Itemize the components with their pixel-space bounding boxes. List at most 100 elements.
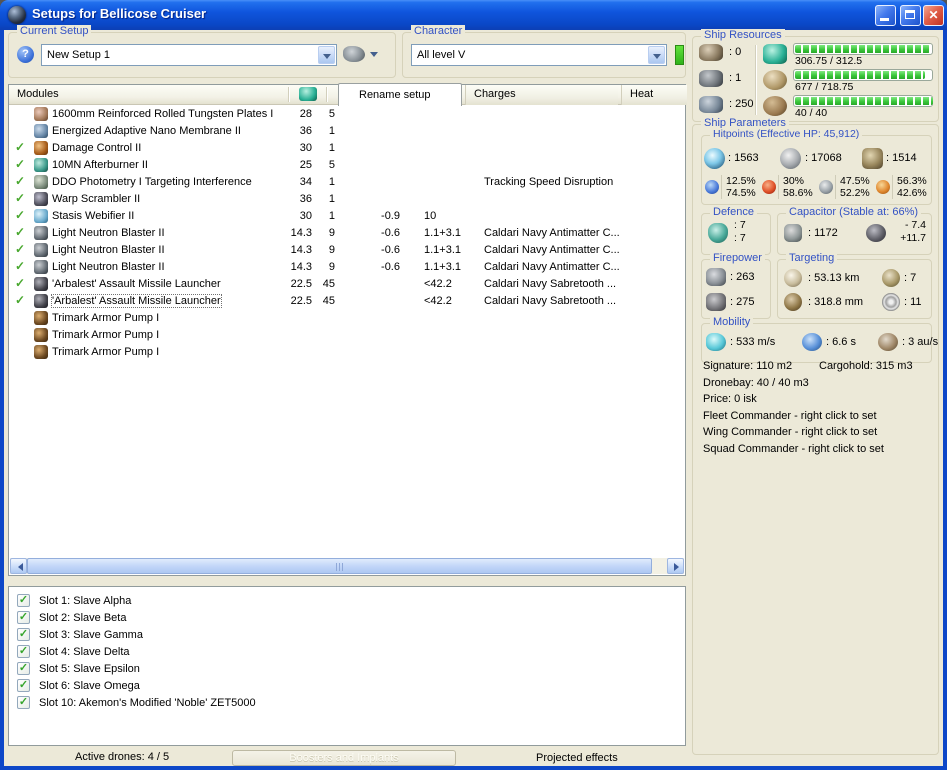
- module-name: Light Neutron Blaster II: [52, 244, 165, 256]
- module-row[interactable]: Trimark Armor Pump I: [10, 327, 684, 344]
- module-pg-value: 1: [328, 193, 335, 205]
- window-title: Setups for Bellicose Cruiser: [32, 6, 207, 21]
- resist-values: 30% 58.6%: [778, 175, 813, 199]
- scrollbar-grip-icon: [335, 563, 345, 571]
- targeting-value: : 318.8 mm: [808, 296, 864, 308]
- module-range-value: 1.1+3.1: [424, 261, 462, 273]
- implant-row[interactable]: ✓ Slot 10: Akemon's Modified 'Noble' ZET5…: [9, 695, 685, 712]
- resist-values: 56.3% 42.6%: [892, 175, 927, 199]
- module-rows: 1600mm Reinforced Rolled Tungsten Plates…: [10, 106, 684, 557]
- character-label: Character: [411, 25, 466, 37]
- resource-slot-value: : 250: [729, 98, 754, 110]
- implant-checkbox[interactable]: ✓: [17, 645, 30, 658]
- implant-row[interactable]: ✓ Slot 5: Slave Epsilon: [9, 661, 685, 678]
- character-select[interactable]: All level V: [411, 44, 667, 66]
- ship-menu-button[interactable]: [343, 44, 381, 66]
- cpu-column-icon[interactable]: [299, 87, 317, 101]
- chevron-down-icon: [323, 54, 331, 63]
- module-pg-value: 1: [328, 142, 335, 154]
- minimize-icon: [880, 18, 889, 21]
- defence-group: Defence : 7: 7: [701, 206, 771, 255]
- scrollbar-thumb[interactable]: [27, 558, 652, 574]
- module-cap-value: -0.6: [381, 244, 400, 256]
- projected-effects-label[interactable]: Projected effects: [536, 752, 618, 764]
- implant-checkbox[interactable]: ✓: [17, 594, 30, 607]
- module-cap-value: -0.6: [381, 261, 400, 273]
- module-pg-value: 9: [328, 261, 335, 273]
- implant-label: Slot 2: Slave Beta: [39, 612, 127, 624]
- module-name: Light Neutron Blaster II: [52, 227, 165, 239]
- module-row[interactable]: ✓ 'Arbalest' Assault Missile Launcher 22.5…: [10, 276, 684, 293]
- resource-bar-fill: [795, 97, 933, 105]
- firepower-label: Firepower: [710, 252, 765, 264]
- hitpoints-group: Hitpoints (Effective HP: 45,912) : 1563:…: [701, 128, 932, 205]
- module-row[interactable]: ✓ Warp Scrambler II 36 1: [10, 191, 684, 208]
- module-active-check-icon: ✓: [15, 174, 26, 188]
- module-row[interactable]: ✓ Light Neutron Blaster II 14.3 9 -0.6 1.1+3.…: [10, 259, 684, 276]
- module-row[interactable]: Trimark Armor Pump I: [10, 344, 684, 361]
- character-select-arrow-button[interactable]: [648, 46, 665, 64]
- module-pg-value: 1: [328, 210, 335, 222]
- resource-bar: [793, 95, 933, 107]
- horizontal-scrollbar[interactable]: [10, 558, 684, 574]
- module-name: Trimark Armor Pump I: [52, 346, 160, 358]
- help-icon[interactable]: ?: [17, 46, 34, 63]
- module-row[interactable]: ✓ Damage Control II 30 1: [10, 140, 684, 157]
- structure-icon: [862, 148, 883, 169]
- module-row[interactable]: ✓ Light Neutron Blaster II 14.3 9 -0.6 1.1+3.…: [10, 225, 684, 242]
- tab-rename-setup[interactable]: Rename setup: [338, 83, 462, 106]
- modules-column-header[interactable]: Modules: [17, 88, 59, 100]
- stat-line: Squad Commander - right click to set: [703, 441, 884, 458]
- implant-checkbox[interactable]: ✓: [17, 696, 30, 709]
- module-active-check-icon: ✓: [15, 157, 26, 171]
- implant-row[interactable]: ✓ Slot 3: Slave Gamma: [9, 627, 685, 644]
- resist-cell: 56.3% 42.6%: [875, 175, 932, 201]
- implant-row[interactable]: ✓ Slot 1: Slave Alpha: [9, 593, 685, 610]
- blaster-icon: [34, 226, 48, 240]
- stat-line-left: Dronebay: 40 / 40 m3: [703, 376, 809, 389]
- firepower-group: Firepower : 263: 275: [701, 252, 771, 319]
- chevron-right-icon: [674, 563, 683, 571]
- implant-row[interactable]: ✓ Slot 6: Slave Omega: [9, 678, 685, 695]
- implant-row[interactable]: ✓ Slot 2: Slave Beta: [9, 610, 685, 627]
- maximize-button[interactable]: [900, 5, 921, 26]
- hitpoints-value: : 1514: [886, 152, 917, 164]
- module-row[interactable]: ✓ 'Arbalest' Assault Missile Launcher 22.5…: [10, 293, 684, 310]
- implant-row[interactable]: ✓ Slot 4: Slave Delta: [9, 644, 685, 661]
- turret-hardpoint-icon: [699, 44, 723, 61]
- module-pg-value: 45: [322, 278, 335, 290]
- close-button[interactable]: ✕: [923, 5, 944, 26]
- capacitor-label: Capacitor (Stable at: 66%): [786, 206, 922, 218]
- minimize-button[interactable]: [875, 5, 896, 26]
- tab-charges[interactable]: Charges: [465, 85, 618, 105]
- implant-checkbox[interactable]: ✓: [17, 628, 30, 641]
- module-row[interactable]: Energized Adaptive Nano Membrane II 36 1: [10, 123, 684, 140]
- setup-select[interactable]: New Setup 1: [41, 44, 337, 66]
- boosters-implants-button[interactable]: Boosters and Implants: [232, 750, 456, 766]
- module-row[interactable]: ✓ DDO Photometry I Targeting Interference…: [10, 174, 684, 191]
- tab-heat[interactable]: Heat: [621, 85, 687, 105]
- scroll-right-button[interactable]: [667, 558, 684, 574]
- setup-select-arrow-button[interactable]: [318, 46, 335, 64]
- scroll-left-button[interactable]: [10, 558, 27, 574]
- implant-checkbox[interactable]: ✓: [17, 662, 30, 675]
- firepower-value: : 263: [730, 271, 755, 283]
- capacitor-group: Capacitor (Stable at: 66%) : 1172 - 7.4 +…: [777, 206, 932, 255]
- module-row[interactable]: ✓ 10MN Afterburner II 25 5: [10, 157, 684, 174]
- implant-checkbox[interactable]: ✓: [17, 611, 30, 624]
- stat-line-left: Signature: 110 m2: [703, 360, 793, 372]
- module-charge-name: Caldari Navy Sabretooth ...: [484, 295, 617, 307]
- calibration-icon: [699, 96, 723, 113]
- modules-panel: Modules Rename setup Charges Heat 1600mm R…: [8, 83, 687, 576]
- module-pg-value: 5: [328, 108, 335, 120]
- rig-icon: [34, 311, 48, 325]
- app-icon: [8, 6, 26, 24]
- module-row[interactable]: ✓ Light Neutron Blaster II 14.3 9 -0.6 1.1+3.…: [10, 242, 684, 259]
- thermal-icon: [762, 180, 776, 194]
- module-active-check-icon: ✓: [15, 242, 26, 256]
- module-row[interactable]: Trimark Armor Pump I: [10, 310, 684, 327]
- blaster-icon: [34, 243, 48, 257]
- module-row[interactable]: ✓ Stasis Webifier II 30 1 -0.9 10: [10, 208, 684, 225]
- implant-checkbox[interactable]: ✓: [17, 679, 30, 692]
- module-row[interactable]: 1600mm Reinforced Rolled Tungsten Plates…: [10, 106, 684, 123]
